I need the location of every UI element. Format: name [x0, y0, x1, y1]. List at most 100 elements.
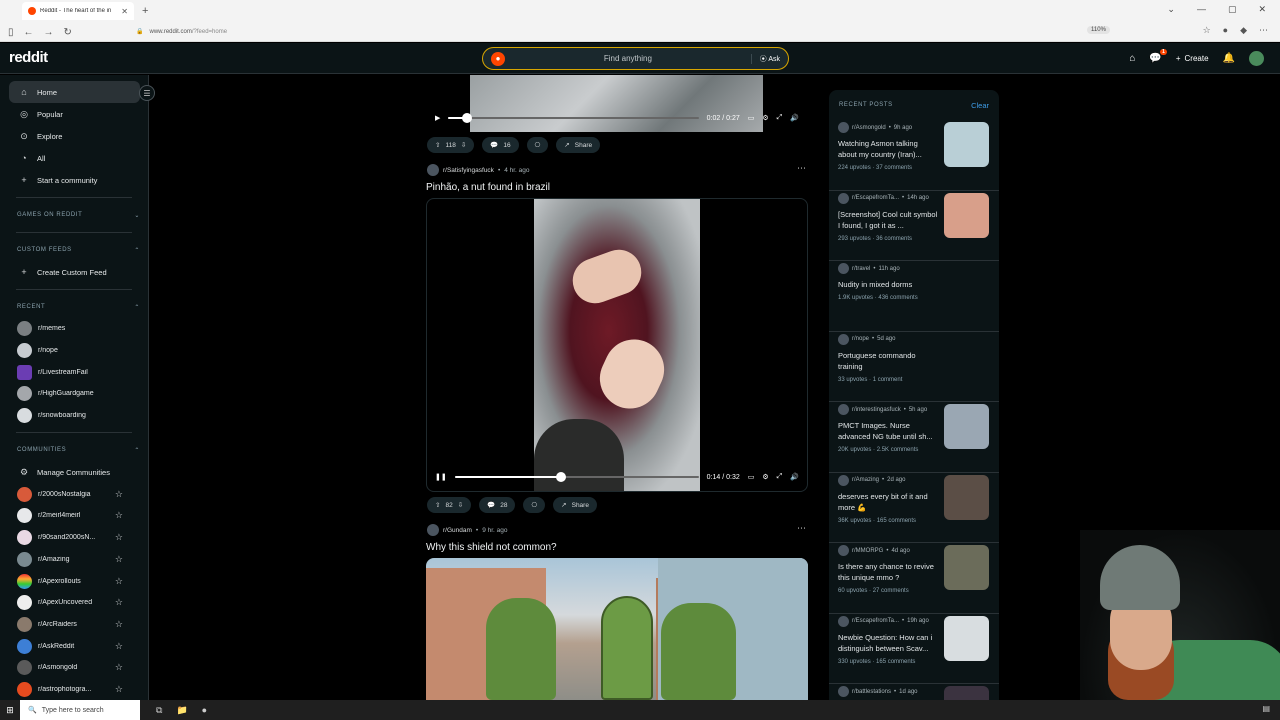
minimize-icon[interactable]: —	[1197, 4, 1206, 15]
recent-post-sub[interactable]: r/Asmongold	[852, 125, 886, 131]
recent-post-sub[interactable]: r/MMORPG	[852, 548, 883, 554]
notification-icon[interactable]: ▤	[1262, 704, 1270, 713]
fullscreen-icon[interactable]: ⤢	[777, 114, 783, 122]
recent-post-item[interactable]: r/EscapefromTa... • 14h ago [Screenshot] Co…	[829, 191, 999, 261]
recent-post-thumbnail[interactable]	[944, 192, 989, 238]
settings-icon[interactable]: ⋯	[1259, 25, 1268, 36]
recent-post-sub[interactable]: r/battlestations	[852, 689, 891, 695]
recent-post-title[interactable]: [Screenshot] Cool cult symbol I found, I…	[838, 209, 938, 231]
firefox-icon[interactable]: ●	[202, 705, 207, 716]
sidebar-toggle-icon[interactable]: ▯	[8, 27, 14, 38]
community-item[interactable]: r/AskReddit ☆	[17, 635, 123, 657]
manage-communities[interactable]: ⚙ Manage Communities	[9, 461, 140, 483]
community-item[interactable]: r/ApexUncovered ☆	[17, 592, 123, 614]
comments-button[interactable]: 💬 28	[479, 497, 516, 513]
recent-post-sub[interactable]: r/interestingasfuck	[852, 407, 901, 413]
recent-item[interactable]: r/memes	[17, 318, 123, 340]
ask-button[interactable]: ⦿ Ask	[750, 53, 780, 64]
award-button[interactable]: ⎔	[523, 497, 546, 513]
star-icon[interactable]: ☆	[115, 489, 123, 500]
file-explorer-icon[interactable]: 📁	[176, 705, 187, 716]
video-progress-bar[interactable]	[448, 113, 699, 123]
recent-section-header[interactable]: RECENT ⌃	[17, 296, 140, 318]
task-view-icon[interactable]: ⧉	[156, 705, 162, 716]
subreddit-icon[interactable]	[427, 524, 439, 536]
share-button[interactable]: ↗ Share	[556, 137, 601, 153]
recent-post-item[interactable]: r/nope • 5d ago Portuguese commando trainin…	[829, 332, 999, 402]
community-item[interactable]: r/Asmongold ☆	[17, 657, 123, 679]
recent-post-title[interactable]: Watching Asmon talking about my country …	[838, 138, 938, 160]
games-section-header[interactable]: GAMES ON REDDIT ⌄	[17, 204, 140, 226]
more-options-icon[interactable]: ⋯	[797, 163, 806, 174]
recent-post-title[interactable]: PMCT Images. Nurse advanced NG tube unti…	[838, 420, 938, 442]
sidebar-item-home[interactable]: ⌂ Home	[9, 81, 140, 103]
recent-post-title[interactable]: Nudity in mixed dorms	[838, 279, 938, 290]
vote-control[interactable]: ⇧ 82 ⇩	[427, 497, 472, 513]
subreddit-name[interactable]: r/Gundam	[443, 527, 472, 534]
extension-icon[interactable]: ◆	[1240, 25, 1247, 36]
video-player[interactable]: ▶ 0:02 / 0:27 ▭ ⚙ ⤢ 🔊	[427, 75, 807, 132]
post-title[interactable]: Why this shield not common?	[426, 542, 557, 553]
search-bar[interactable]: ● Find anything ⦿ Ask	[482, 47, 789, 70]
recent-post-item[interactable]: r/Asmongold • 9h ago Watching Asmon talking…	[829, 120, 999, 191]
close-window-icon[interactable]: ✕	[1258, 4, 1266, 15]
subreddit-name[interactable]: r/Satisfyingasfuck	[443, 167, 494, 174]
star-icon[interactable]: ☆	[115, 662, 123, 673]
vote-control[interactable]: ⇧ 118 ⇩	[427, 137, 475, 153]
recent-post-thumbnail[interactable]	[944, 404, 989, 449]
recent-post-item[interactable]: r/MMORPG • 4d ago Is there any chance to re…	[829, 543, 999, 614]
play-icon[interactable]: ▶	[435, 114, 440, 122]
clear-button[interactable]: Clear	[971, 101, 989, 110]
recent-post-thumbnail[interactable]	[944, 615, 989, 661]
recent-post-title[interactable]: Newbie Question: How can i distinguish b…	[838, 632, 938, 654]
sidebar-item-popular[interactable]: ◎ Popular	[9, 103, 140, 125]
recent-post-sub[interactable]: r/EscapefromTa...	[852, 195, 899, 201]
bell-icon[interactable]: 🔔	[1223, 53, 1235, 64]
gear-icon[interactable]: ⚙	[762, 114, 768, 122]
recent-post-thumbnail[interactable]	[944, 474, 989, 520]
star-icon[interactable]: ☆	[115, 532, 123, 543]
search-input[interactable]: Find anything	[505, 54, 751, 63]
recent-item[interactable]: r/HighGuardgame	[17, 383, 123, 405]
browser-tab[interactable]: Reddit - The heart of the in ✕	[22, 2, 134, 20]
create-button[interactable]: + Create	[1176, 54, 1209, 63]
windows-start-icon[interactable]: ⊞	[0, 705, 20, 716]
star-icon[interactable]: ☆	[115, 554, 123, 565]
star-icon[interactable]: ☆	[115, 576, 123, 587]
forward-icon[interactable]: →	[44, 27, 54, 38]
video-player[interactable]: ❚❚ 0:14 / 0:32 ▭ ⚙ ⤢ 🔊	[426, 198, 808, 492]
communities-section-header[interactable]: COMMUNITIES ⌃	[17, 439, 140, 461]
profile-icon[interactable]: ●	[1223, 25, 1228, 36]
star-icon[interactable]: ☆	[115, 597, 123, 608]
post-image[interactable]	[426, 558, 808, 700]
community-item[interactable]: r/90sand2000sN... ☆	[17, 527, 123, 549]
custom-feeds-header[interactable]: CUSTOM FEEDS ⌃	[17, 239, 140, 261]
community-item[interactable]: r/astrophotogra... ☆	[17, 679, 123, 700]
recent-post-item[interactable]: r/interestingasfuck • 5h ago PMCT Images. N…	[829, 402, 999, 473]
recent-post-sub[interactable]: r/EscapefromTa...	[852, 618, 899, 624]
community-item[interactable]: r/2000sNostalgia ☆	[17, 483, 123, 505]
comments-button[interactable]: 💬 16	[482, 137, 519, 153]
reload-icon[interactable]: ↻	[64, 27, 72, 38]
recent-post-item[interactable]: r/EscapefromTa... • 19h ago Newbie Question…	[829, 614, 999, 684]
community-item[interactable]: r/ArcRaiders ☆	[17, 614, 123, 636]
new-tab-button[interactable]: +	[142, 5, 148, 17]
star-icon[interactable]: ☆	[115, 684, 123, 695]
recent-post-thumbnail[interactable]	[944, 545, 989, 590]
recent-post-title[interactable]: Portuguese commando training	[838, 350, 938, 372]
recent-post-sub[interactable]: r/Amazing	[852, 477, 879, 483]
captions-icon[interactable]: ▭	[748, 473, 755, 481]
sidebar-item-all[interactable]: ◔ All	[9, 147, 140, 169]
captions-icon[interactable]: ▭	[748, 114, 755, 122]
zoom-level[interactable]: 110%	[1087, 26, 1110, 34]
recent-post-item[interactable]: r/travel • 11h ago Nudity in mixed dorms 1.9…	[829, 261, 999, 332]
subreddit-icon[interactable]	[427, 164, 439, 176]
recent-post-thumbnail[interactable]	[944, 686, 989, 700]
reddit-logo[interactable]: reddit	[9, 49, 48, 66]
create-custom-feed[interactable]: + Create Custom Feed	[9, 261, 140, 283]
fullscreen-icon[interactable]: ⤢	[777, 473, 783, 481]
recent-post-item[interactable]: r/battlestations•1d agoLinux on the left…	[829, 684, 999, 700]
chevron-down-icon[interactable]: ⌄	[1167, 4, 1175, 15]
sidebar-item-explore[interactable]: ⊙ Explore	[9, 125, 140, 147]
star-icon[interactable]: ☆	[115, 641, 123, 652]
